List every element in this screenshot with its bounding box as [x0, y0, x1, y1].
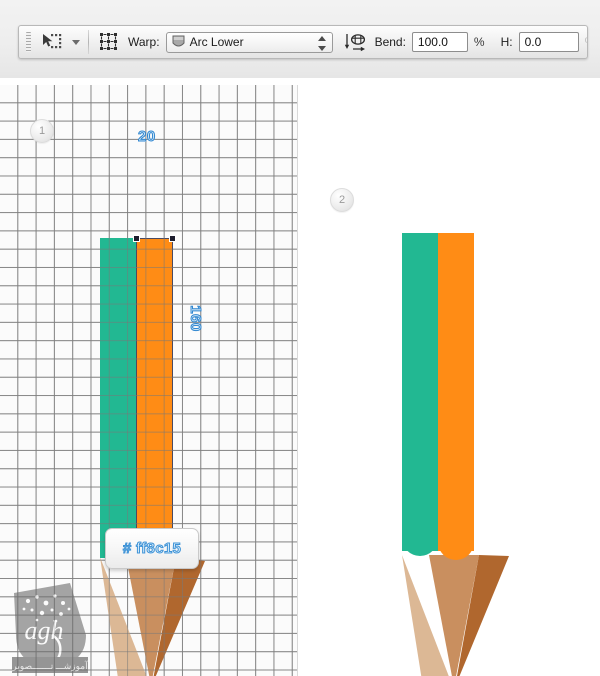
measure-width-label: 20	[138, 128, 156, 146]
h-input[interactable]: 0.0	[518, 32, 579, 52]
agh-logo-watermark: agh آموزشـــ تـــــــصویر	[11, 583, 88, 673]
warp-grid-icon[interactable]	[99, 32, 119, 52]
canvas-right-preview[interactable]: 2	[298, 85, 600, 676]
change-warp-orientation-icon[interactable]	[344, 32, 366, 52]
arc-lower-shape-icon	[172, 35, 185, 47]
tool-preset-picker[interactable]	[39, 31, 63, 53]
bend-unit: %	[473, 35, 485, 49]
h-label: H:	[500, 35, 513, 49]
warp-label: Warp:	[128, 35, 160, 49]
bend-label: Bend:	[374, 35, 406, 49]
chevron-down-icon[interactable]	[72, 39, 80, 45]
hex-color-tooltip: # ff8c15	[105, 528, 199, 569]
warp-style-value: Arc Lower	[189, 35, 244, 49]
svg-text:آموزشـــ تـــــــصویر: آموزشـــ تـــــــصویر	[11, 660, 88, 672]
bend-value: 100.0	[417, 35, 448, 49]
warp-style-select[interactable]: Arc Lower	[165, 31, 333, 53]
pencil-artwork-right	[402, 233, 509, 676]
hex-color-value: # ff8c15	[122, 540, 182, 558]
step-badge-1: 1	[30, 119, 54, 143]
options-bar: Warp: Arc Lower Bend: 100.0 % H: 0.0	[0, 0, 600, 78]
measure-height-label: 160	[186, 305, 204, 333]
barrel-teal	[100, 238, 136, 558]
barrel-orange	[136, 238, 172, 558]
barrel-orange	[438, 233, 474, 551]
h-value: 0.0	[524, 35, 542, 49]
h-unit: %	[585, 35, 587, 49]
move-selection-icon	[43, 34, 62, 49]
transform-handle-tl[interactable]	[133, 235, 140, 242]
bend-input[interactable]: 100.0	[411, 32, 468, 52]
stepper-updown-icon[interactable]	[317, 35, 326, 51]
barrel-teal	[402, 233, 438, 551]
toolbar-separator-1	[88, 30, 89, 54]
canvas-left-gridded[interactable]: 1 20 160 # ff8c15 agh آموزشـــ تـــــــص…	[0, 85, 297, 676]
editor-stage: 1 20 160 # ff8c15 agh آموزشـــ تـــــــص…	[0, 78, 600, 676]
options-bar-inner: Warp: Arc Lower Bend: 100.0 % H: 0.0	[18, 25, 588, 59]
options-bar-gripper[interactable]	[26, 32, 31, 52]
transform-handle-tr[interactable]	[169, 235, 176, 242]
